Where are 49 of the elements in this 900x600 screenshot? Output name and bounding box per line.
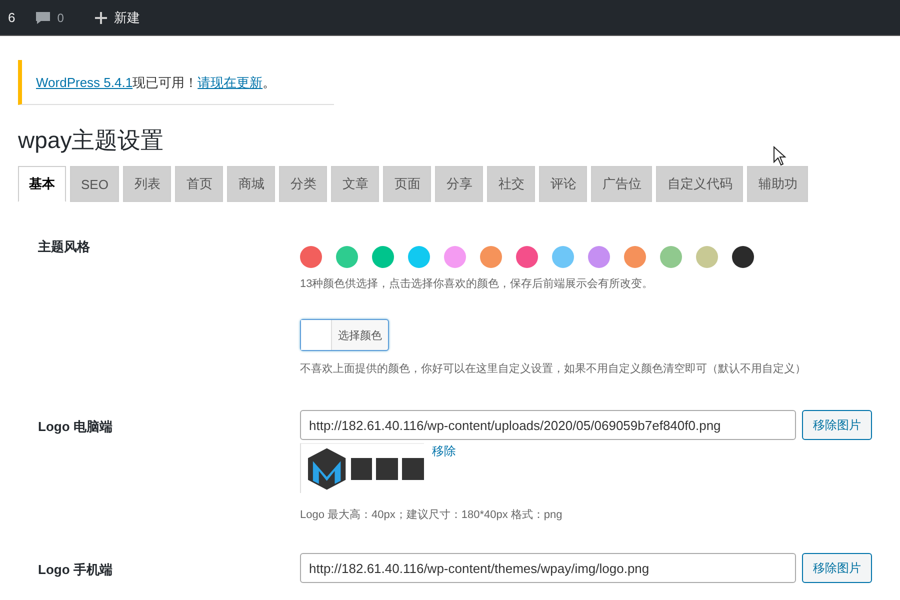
- color-picker-button[interactable]: 选择颜色: [300, 319, 389, 351]
- remove-image-button[interactable]: 移除图片: [802, 553, 872, 583]
- field-hint: 不喜欢上面提供的颜色，你好可以在这里自定义设置，如果不用自定义颜色清空即可（默认不用自定义）: [300, 362, 806, 376]
- tab[interactable]: 分类: [279, 166, 328, 202]
- field-label: 主题风格: [37, 238, 91, 256]
- tab[interactable]: 列表: [123, 166, 172, 202]
- notice-text: WordPress 5.4.1现已可用！请现在更新。: [36, 75, 276, 90]
- color-swatch[interactable]: [552, 246, 574, 268]
- tab[interactable]: 社交: [487, 166, 536, 202]
- tab[interactable]: 文章: [331, 166, 380, 202]
- tab[interactable]: 页面: [383, 166, 432, 202]
- url-input-field[interactable]: http://182.61.40.116/wp-content/themes/wpay/img/logo.png: [300, 553, 796, 583]
- tab[interactable]: 分享: [435, 166, 484, 202]
- field-hint: Logo 最大高：40px；建议尺寸：180*40px 格式：png: [300, 508, 562, 522]
- color-swatch[interactable]: [516, 246, 538, 268]
- field-hint: 13种颜色供选择，点击选择你喜欢的颜色，保存后前端展示会有所改变。: [300, 276, 654, 291]
- color-swatch[interactable]: [300, 246, 322, 268]
- updates-count[interactable]: 6: [8, 10, 16, 25]
- tab[interactable]: 广告位: [591, 166, 652, 202]
- remove-link[interactable]: 移除: [432, 443, 456, 460]
- color-swatch[interactable]: [444, 246, 466, 268]
- tab[interactable]: 基本: [18, 166, 66, 202]
- color-swatch[interactable]: [624, 246, 646, 268]
- color-swatch[interactable]: [372, 246, 394, 268]
- update-link[interactable]: 请现在更新: [198, 75, 263, 90]
- tab[interactable]: 辅助功: [747, 166, 808, 202]
- field-label: Logo 手机端: [37, 561, 114, 579]
- page-title: wpay主题设置: [18, 126, 165, 155]
- color-swatch[interactable]: [480, 246, 502, 268]
- comment-icon[interactable]: [35, 10, 52, 24]
- tab[interactable]: 评论: [539, 166, 588, 202]
- new-menu-item[interactable]: 新建: [114, 8, 140, 26]
- tab[interactable]: 首页: [175, 166, 224, 202]
- tab[interactable]: SEO: [70, 166, 120, 202]
- color-swatch[interactable]: [588, 246, 610, 268]
- color-swatch[interactable]: [336, 246, 358, 268]
- version-link[interactable]: WordPress 5.4.1: [36, 75, 133, 90]
- plus-icon[interactable]: [94, 10, 108, 24]
- color-swatch[interactable]: [660, 246, 682, 268]
- comments-count[interactable]: 0: [57, 10, 64, 24]
- color-swatch[interactable]: [696, 246, 718, 268]
- field-label: Logo 电脑端: [37, 418, 114, 436]
- remove-image-button[interactable]: 移除图片: [802, 410, 872, 440]
- url-input-field[interactable]: http://182.61.40.116/wp-content/uploads/2020/05/069059b7ef840f0.png: [300, 410, 796, 440]
- tab[interactable]: 商城: [227, 166, 276, 202]
- tab[interactable]: 自定义代码: [656, 166, 744, 202]
- color-swatch[interactable]: [732, 246, 754, 268]
- cursor-icon: [773, 146, 787, 166]
- color-swatch[interactable]: [408, 246, 430, 268]
